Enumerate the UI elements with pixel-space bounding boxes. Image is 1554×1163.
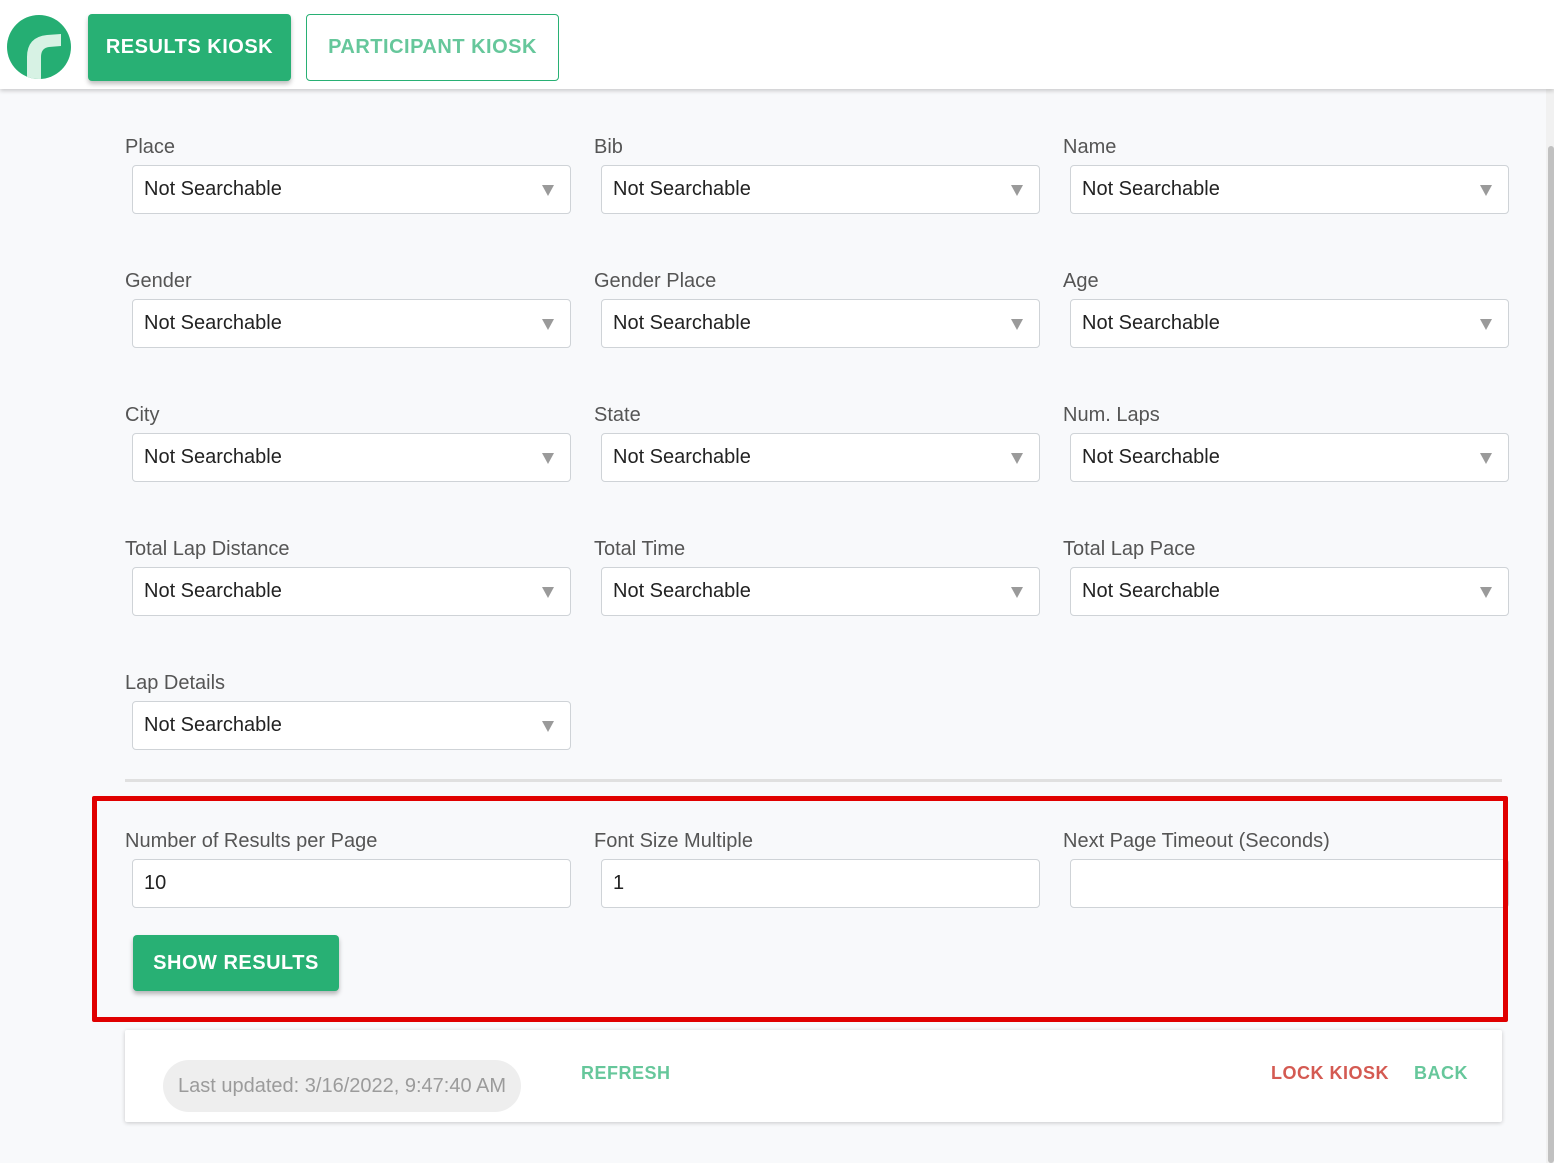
place-select[interactable]: Not Searchable bbox=[132, 165, 571, 214]
dropdown-arrow-icon bbox=[1011, 453, 1023, 464]
dropdown-arrow-icon bbox=[1011, 587, 1023, 598]
last-updated-chip: Last updated: 3/16/2022, 9:47:40 AM bbox=[163, 1060, 522, 1112]
select-value: Not Searchable bbox=[144, 580, 282, 602]
top-navigation-bar: RESULTS KIOSK PARTICIPANT KIOSK bbox=[0, 0, 1554, 89]
field-label: City bbox=[125, 404, 160, 426]
field-label: State bbox=[594, 404, 641, 426]
refresh-button[interactable]: REFRESH bbox=[581, 1063, 671, 1084]
dropdown-arrow-icon bbox=[542, 319, 554, 330]
field-label: Font Size Multiple bbox=[594, 830, 753, 852]
tab-participant-kiosk[interactable]: PARTICIPANT KIOSK bbox=[306, 14, 559, 81]
state-select[interactable]: Not Searchable bbox=[601, 433, 1040, 482]
name-select[interactable]: Not Searchable bbox=[1070, 165, 1509, 214]
gender-select[interactable]: Not Searchable bbox=[132, 299, 571, 348]
lap-details-select[interactable]: Not Searchable bbox=[132, 701, 571, 750]
select-value: Not Searchable bbox=[613, 312, 751, 334]
dropdown-arrow-icon bbox=[1480, 453, 1492, 464]
section-divider bbox=[125, 779, 1502, 782]
dropdown-arrow-icon bbox=[1480, 319, 1492, 330]
field-label: Num. Laps bbox=[1063, 404, 1160, 426]
field-label: Next Page Timeout (Seconds) bbox=[1063, 830, 1330, 852]
next-page-timeout-input[interactable] bbox=[1070, 859, 1509, 908]
dropdown-arrow-icon bbox=[542, 453, 554, 464]
last-updated-text: Last updated: 3/16/2022, 9:47:40 AM bbox=[178, 1074, 507, 1097]
field-label: Name bbox=[1063, 136, 1117, 158]
field-label: Total Lap Pace bbox=[1063, 538, 1196, 560]
tab-results-kiosk[interactable]: RESULTS KIOSK bbox=[88, 14, 291, 81]
field-label: Total Lap Distance bbox=[125, 538, 290, 560]
total-lap-pace-select[interactable]: Not Searchable bbox=[1070, 567, 1509, 616]
gender-place-select[interactable]: Not Searchable bbox=[601, 299, 1040, 348]
select-value: Not Searchable bbox=[1082, 580, 1220, 602]
results-per-page-input[interactable]: 10 bbox=[132, 859, 571, 908]
select-value: Not Searchable bbox=[613, 178, 751, 200]
bib-select[interactable]: Not Searchable bbox=[601, 165, 1040, 214]
select-value: Not Searchable bbox=[144, 178, 282, 200]
total-lap-distance-select[interactable]: Not Searchable bbox=[132, 567, 571, 616]
field-label: Number of Results per Page bbox=[125, 830, 378, 852]
status-footer: Last updated: 3/16/2022, 9:47:40 AM REFR… bbox=[125, 1030, 1502, 1122]
input-value: 1 bbox=[613, 872, 625, 894]
select-value: Not Searchable bbox=[1082, 312, 1220, 334]
select-value: Not Searchable bbox=[1082, 446, 1220, 468]
field-label: Age bbox=[1063, 270, 1099, 292]
dropdown-arrow-icon bbox=[1011, 319, 1023, 330]
total-time-select[interactable]: Not Searchable bbox=[601, 567, 1040, 616]
field-label: Total Time bbox=[594, 538, 686, 560]
field-label: Gender bbox=[125, 270, 192, 292]
dropdown-arrow-icon bbox=[1480, 587, 1492, 598]
select-value: Not Searchable bbox=[613, 446, 751, 468]
field-label: Gender Place bbox=[594, 270, 717, 292]
field-label: Lap Details bbox=[125, 672, 226, 694]
reload-logo-icon[interactable] bbox=[7, 15, 71, 79]
field-label: Bib bbox=[594, 136, 623, 158]
font-size-multiple-input[interactable]: 1 bbox=[601, 859, 1040, 908]
select-value: Not Searchable bbox=[1082, 178, 1220, 200]
show-results-button[interactable]: SHOW RESULTS bbox=[133, 935, 339, 991]
back-button[interactable]: BACK bbox=[1414, 1063, 1468, 1084]
dropdown-arrow-icon bbox=[542, 587, 554, 598]
dropdown-arrow-icon bbox=[542, 185, 554, 196]
select-value: Not Searchable bbox=[144, 714, 282, 736]
input-value: 10 bbox=[144, 872, 167, 894]
scrollbar-thumb[interactable] bbox=[1548, 146, 1554, 1163]
dropdown-arrow-icon bbox=[1011, 185, 1023, 196]
lock-kiosk-button[interactable]: LOCK KIOSK bbox=[1271, 1063, 1389, 1084]
select-value: Not Searchable bbox=[144, 446, 282, 468]
city-select[interactable]: Not Searchable bbox=[132, 433, 571, 482]
select-value: Not Searchable bbox=[613, 580, 751, 602]
age-select[interactable]: Not Searchable bbox=[1070, 299, 1509, 348]
field-label: Place bbox=[125, 136, 176, 158]
num-laps-select[interactable]: Not Searchable bbox=[1070, 433, 1509, 482]
dropdown-arrow-icon bbox=[1480, 185, 1492, 196]
select-value: Not Searchable bbox=[144, 312, 282, 334]
dropdown-arrow-icon bbox=[542, 721, 554, 732]
